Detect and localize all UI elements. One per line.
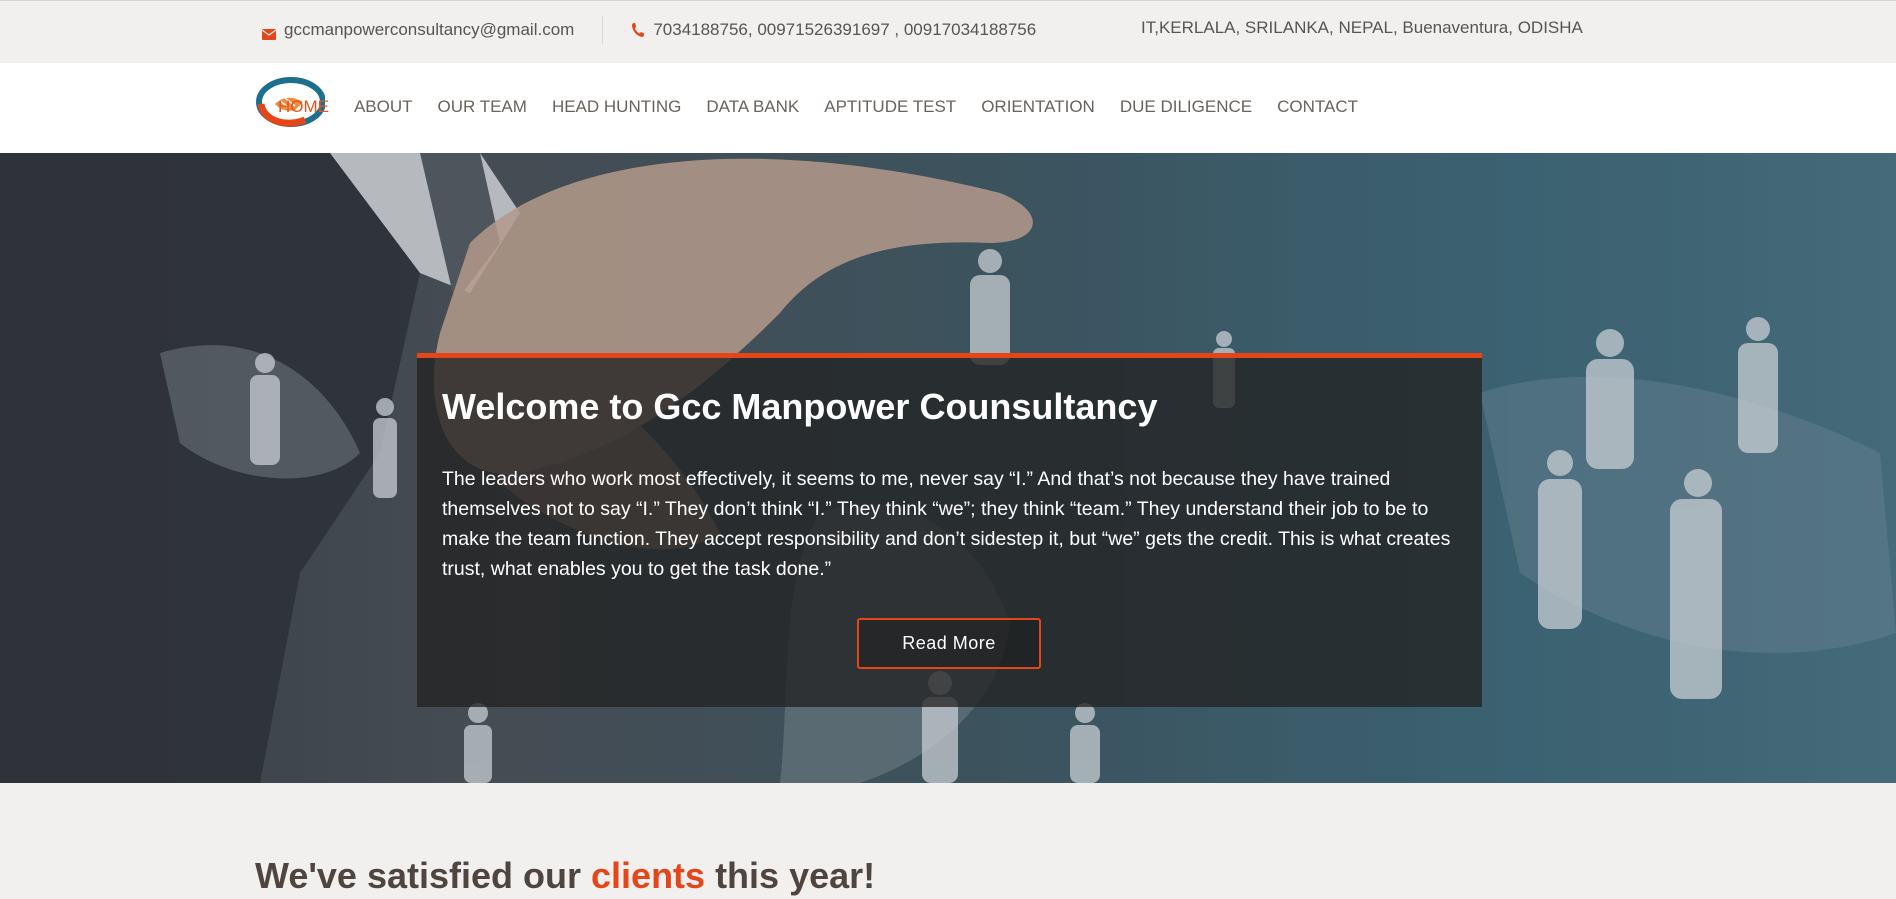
clients-heading-suffix: this year! [705,855,876,896]
read-more-button[interactable]: Read More [857,618,1041,669]
mail-icon [261,25,277,40]
clients-heading: We've satisfied our clients this year! [255,855,875,897]
clients-heading-prefix: We've satisfied our [255,855,592,896]
hero-banner: Welcome to Gcc Manpower Counsultancy The… [0,153,1896,783]
top-info-bar: gccmanpowerconsultancy@gmail.com 7034188… [0,0,1896,63]
nav-orientation[interactable]: ORIENTATION [981,97,1095,117]
email-text[interactable]: gccmanpowerconsultancy@gmail.com [284,20,574,40]
nav-home[interactable]: HOME [278,97,329,117]
clients-heading-accent: clients [591,855,706,896]
phone-icon [631,22,645,38]
locations-text: IT,KERLALA, SRILANKA, NEPAL, Buenaventur… [1141,18,1583,37]
nav-data-bank[interactable]: DATA BANK [706,97,799,117]
site-header: HOME ABOUT OUR TEAM HEAD HUNTING DATA BA… [0,63,1896,153]
nav-about[interactable]: ABOUT [354,97,413,117]
main-navigation: HOME ABOUT OUR TEAM HEAD HUNTING DATA BA… [278,97,1358,117]
hero-quote: The leaders who work most effectively, i… [442,468,1451,580]
divider [602,16,604,44]
nav-due-diligence[interactable]: DUE DILIGENCE [1120,97,1252,117]
nav-our-team[interactable]: OUR TEAM [438,97,527,117]
phone-text[interactable]: 7034188756, 00971526391697 , 00917034188… [653,20,1036,40]
email-item[interactable]: gccmanpowerconsultancy@gmail.com [261,20,574,40]
nav-contact[interactable]: CONTACT [1277,97,1358,117]
hero-title: Welcome to Gcc Manpower Counsultancy [442,386,1158,427]
nav-aptitude-test[interactable]: APTITUDE TEST [824,97,956,117]
welcome-card: Welcome to Gcc Manpower Counsultancy The… [417,353,1482,707]
contact-info: gccmanpowerconsultancy@gmail.com 7034188… [261,16,1036,44]
nav-head-hunting[interactable]: HEAD HUNTING [552,97,681,117]
phone-item[interactable]: 7034188756, 00971526391697 , 00917034188… [631,20,1036,40]
